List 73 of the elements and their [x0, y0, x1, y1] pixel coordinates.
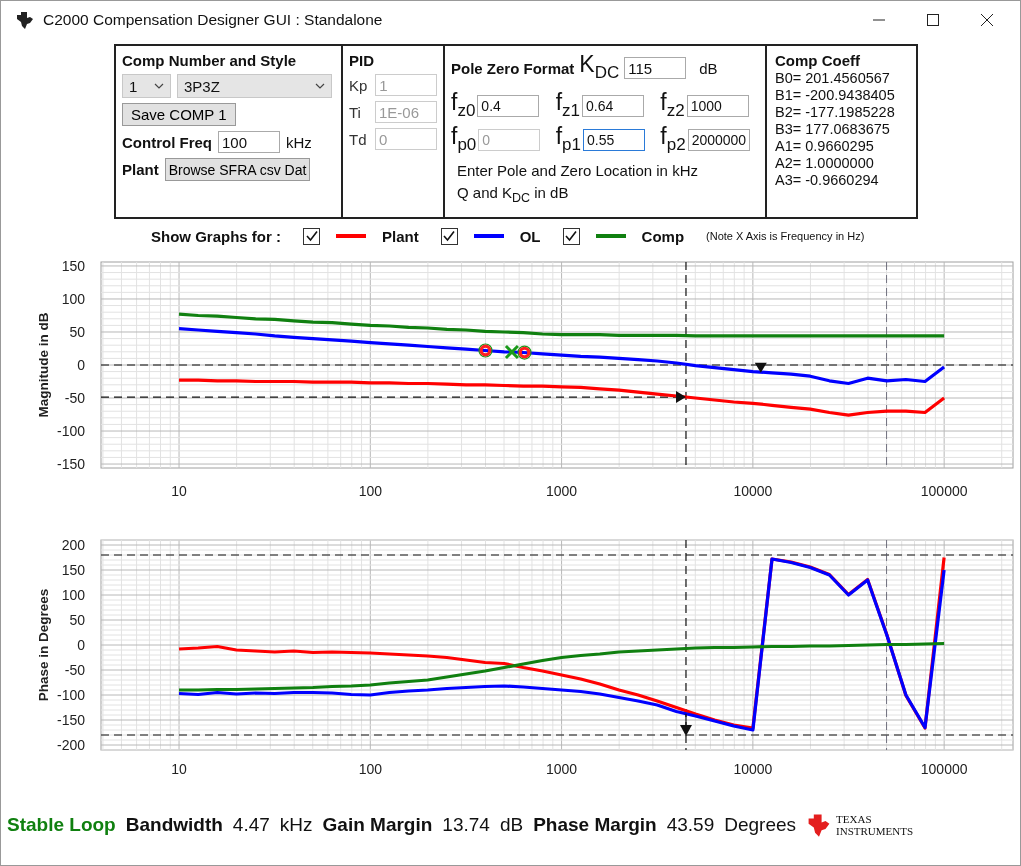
- axis-tick-label: -100: [56, 423, 85, 440]
- axis-tick-label: 50: [69, 324, 85, 340]
- axis-tick-label: 200: [61, 537, 85, 553]
- axis-tick-label: 100000: [920, 761, 968, 777]
- metric-unit: dB: [499, 814, 524, 836]
- axis-tick-label: -200: [56, 737, 85, 753]
- axis-tick-label: 100: [358, 761, 382, 777]
- metric-value: 43.59: [666, 814, 715, 836]
- axis-tick-label: 100000: [920, 483, 968, 499]
- unit-label: dB: [699, 59, 718, 77]
- axis-tick-label: -50: [64, 390, 85, 406]
- legend-label: Plant: [382, 227, 419, 245]
- coefficient-text: B2= -177.1985228: [775, 104, 896, 120]
- axis-title: Phase in Degrees: [36, 588, 51, 702]
- window-title: C2000 Compensation Designer GUI : Standalone: [43, 11, 383, 29]
- coefficient-text: A3= -0.9660294: [775, 172, 880, 188]
- metric-unit: Degrees: [724, 814, 797, 836]
- hint-text: Enter Pole and Zero Location in kHz: [457, 161, 699, 179]
- panel-title: Comp Coeff: [775, 52, 861, 69]
- panel-title: Comp Number and Style: [122, 52, 298, 69]
- note-text: (Note X Axis is Frequency in Hz): [706, 230, 865, 242]
- axis-tick-label: 100: [61, 290, 85, 307]
- axis-tick-label: 150: [61, 257, 85, 274]
- metric-value: 4.47: [232, 814, 270, 836]
- coefficient-text: B1= -200.9438405: [775, 87, 896, 103]
- field-label: Plant: [122, 161, 159, 178]
- metric-label: Phase Margin: [533, 814, 657, 836]
- axis-tick-label: 10000: [733, 761, 773, 777]
- field-label: Kp: [349, 76, 368, 94]
- metric-value: 13.74: [442, 814, 490, 836]
- field-label: f$_{p0}$: [451, 124, 477, 156]
- hint-text: Q and K$_{DC}$ in dB: [457, 183, 570, 205]
- legend-label: Comp: [641, 227, 685, 245]
- coefficient-text: A2= 1.0000000: [775, 155, 875, 171]
- axis-tick-label: -150: [56, 456, 85, 473]
- axis-tick-label: 150: [61, 562, 85, 578]
- metric-unit: kHz: [279, 814, 313, 836]
- axis-tick-label: -150: [56, 712, 85, 728]
- metric-label: Bandwidth: [125, 814, 223, 836]
- axis-tick-label: 100: [358, 483, 382, 499]
- stability-status: Stable Loop: [7, 814, 116, 836]
- axis-tick-label: 0: [77, 637, 85, 653]
- axis-tick-label: -100: [56, 687, 85, 703]
- panel-title: PID: [349, 52, 375, 69]
- axis-tick-label: 10: [171, 483, 187, 499]
- field-label: f$_{z2}$: [660, 89, 685, 122]
- metric-label: Gain Margin: [322, 814, 433, 836]
- field-label: f$_{z1}$: [555, 89, 580, 122]
- field-label: Td: [349, 130, 367, 148]
- coefficient-text: A1= 0.9660295: [775, 138, 875, 154]
- axis-tick-label: 1000: [546, 483, 578, 499]
- field-label: f$_{p1}$: [555, 124, 581, 156]
- legend-label: OL: [519, 227, 541, 245]
- toggles-label: Show Graphs for :: [151, 227, 281, 245]
- field-label: Ti: [349, 103, 362, 121]
- coefficient-text: B0= 201.4560567: [775, 70, 891, 86]
- axis-tick-label: 10: [171, 761, 187, 777]
- logo-text: INSTRUMENTS: [836, 825, 914, 837]
- field-label: f$_{p2}$: [660, 124, 686, 156]
- unit-label: kHz: [286, 133, 312, 151]
- axis-tick-label: 50: [69, 612, 85, 628]
- axis-tick-label: 10000: [733, 483, 773, 499]
- axis-title: Magnitude in dB: [36, 312, 51, 418]
- field-label: f$_{z0}$: [451, 89, 476, 122]
- coefficient-text: B3= 177.0683675: [775, 121, 891, 137]
- logo-text: TEXAS: [836, 813, 873, 825]
- axis-tick-label: -50: [64, 662, 85, 678]
- panel-title: Pole Zero Format: [451, 59, 575, 77]
- field-label: Control Freq: [122, 133, 212, 151]
- axis-tick-label: 0: [77, 357, 85, 373]
- axis-tick-label: 100: [61, 587, 85, 603]
- axis-tick-label: 1000: [546, 761, 578, 777]
- field-label: K$_{DC}$: [579, 52, 620, 84]
